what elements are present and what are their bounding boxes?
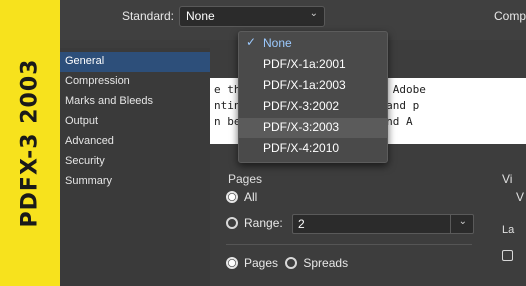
- pages-option[interactable]: Pages Spreads: [226, 256, 348, 270]
- pages-group: Pages All Range: 2 ⌄ Pages Spreads: [210, 166, 490, 286]
- sidebar-item-security[interactable]: Security: [60, 152, 210, 172]
- sidebar-item-summary[interactable]: Summary: [60, 172, 210, 192]
- layers-label: La: [502, 224, 515, 236]
- banner-title: PDFX-3 2003: [17, 58, 43, 228]
- spreads-label: Spreads: [303, 256, 349, 270]
- pages-title: Pages: [228, 172, 263, 186]
- sidebar-item-advanced[interactable]: Advanced: [60, 132, 210, 152]
- checkmark-icon: ✓: [246, 35, 257, 49]
- view-title: Vi: [502, 172, 513, 186]
- range-option[interactable]: Range: 2 ⌄: [226, 214, 475, 234]
- sidebar-item-compression[interactable]: Compression: [60, 72, 210, 92]
- chevron-down-icon: ⌄: [309, 8, 318, 19]
- range-label: Range:: [244, 216, 283, 231]
- standard-dropdown-menu: ✓ None PDF/X-1a:2001 PDF/X-1a:2003 PDF/X…: [238, 31, 388, 163]
- export-pdf-dialog: Standard: None ⌄ Compa General Compressi…: [60, 0, 526, 286]
- title-banner: PDFX-3 2003: [0, 0, 60, 286]
- sidebar-item-output[interactable]: Output: [60, 112, 210, 132]
- all-label: All: [244, 190, 258, 204]
- sidebar-item-marks-and-bleeds[interactable]: Marks and Bleeds: [60, 92, 210, 112]
- option-pdfx-3-2002[interactable]: PDF/X-3:2002: [239, 97, 387, 117]
- radio-selected-icon: [226, 257, 238, 269]
- compatibility-label: Compa: [494, 9, 526, 23]
- option-pdfx-3-2003[interactable]: PDF/X-3:2003: [239, 118, 387, 138]
- divider: [450, 215, 452, 233]
- sidebar-item-general[interactable]: General: [60, 52, 210, 72]
- radio-unselected-icon: [226, 217, 238, 230]
- standard-label: Standard:: [121, 9, 174, 23]
- radio-selected-icon: [226, 191, 238, 203]
- divider: [226, 244, 472, 245]
- standard-value: None: [186, 9, 215, 23]
- option-none[interactable]: ✓ None: [239, 34, 387, 54]
- standard-select[interactable]: None ⌄: [179, 6, 325, 27]
- range-value: 2: [298, 217, 305, 231]
- range-input[interactable]: 2 ⌄: [292, 214, 475, 234]
- option-pdfx-1a-2001[interactable]: PDF/X-1a:2001: [239, 55, 387, 75]
- checkbox[interactable]: [502, 250, 513, 261]
- option-pdfx-1a-2003[interactable]: PDF/X-1a:2003: [239, 76, 387, 96]
- chevron-down-icon: ⌄: [458, 216, 468, 227]
- view-sub: V: [516, 190, 525, 204]
- option-pdfx-4-2010[interactable]: PDF/X-4:2010: [239, 139, 387, 159]
- option-label: None: [263, 36, 292, 50]
- pages-label: Pages: [244, 256, 279, 270]
- sidebar: General Compression Marks and Bleeds Out…: [60, 48, 210, 286]
- radio-unselected-icon[interactable]: [285, 257, 298, 269]
- all-pages-option[interactable]: All: [226, 190, 257, 204]
- view-group: Vi V La: [502, 166, 526, 286]
